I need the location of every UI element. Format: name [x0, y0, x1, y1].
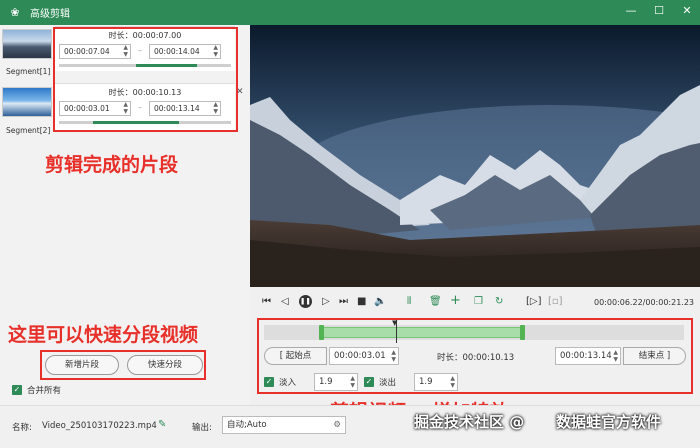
segment-label-2: Segment[2] — [6, 126, 51, 135]
reset-icon[interactable]: ↻ — [495, 296, 503, 307]
video-preview[interactable] — [250, 25, 700, 287]
close-button[interactable]: ✕ — [680, 4, 694, 17]
edit-pencil-icon[interactable]: ✎ — [158, 419, 166, 430]
window-title: 高级剪辑 — [30, 9, 70, 20]
title-bar: ❀ 高级剪辑 — ☐ ✕ — [0, 0, 700, 25]
step-back-icon[interactable]: ◁ — [281, 296, 289, 307]
step-forward-icon[interactable]: ▷ — [322, 296, 330, 307]
bottom-bar: 名称: Video_250103170223.mp4 ✎ 输出: 自动;Auto… — [0, 405, 700, 448]
annotation-segments: 剪辑完成的片段 — [45, 154, 179, 176]
annotation-quick-split: 这里可以快速分段视频 — [8, 324, 199, 346]
playback-timecode: 00:00:06.22/00:00:21.23 — [594, 298, 694, 307]
play-pause-button[interactable]: ❚❚ — [299, 295, 312, 308]
skip-end-icon[interactable]: ⏭ — [339, 296, 348, 307]
output-label: 输出: — [192, 423, 212, 433]
quick-split-button[interactable]: 快速分段 — [127, 355, 203, 375]
window-controls: — ☐ ✕ — [624, 4, 694, 17]
merge-all-checkbox[interactable]: ✓ — [12, 385, 22, 395]
delete-icon[interactable]: 🗑 — [429, 296, 442, 307]
video-frame-image — [250, 25, 700, 287]
name-label: 名称: — [12, 423, 32, 433]
app-logo-icon: ❀ — [10, 5, 20, 19]
gear-icon[interactable]: ⚙ — [333, 417, 341, 433]
watermark-text-right: 数据蛙官方软件 — [556, 413, 662, 431]
segment-label-1: Segment[1] — [6, 67, 51, 76]
segment-thumbnail-2[interactable] — [2, 87, 52, 117]
file-name: Video_250103170223.mp4 — [42, 421, 157, 431]
annotation-box-segments — [53, 27, 238, 132]
skip-start-icon[interactable]: ⏮ — [262, 296, 271, 307]
copy-icon[interactable]: ❐ — [474, 296, 483, 307]
mark-out-icon[interactable]: [▫] — [548, 296, 563, 307]
split-icon[interactable]: ⫴ — [407, 296, 411, 307]
output-value: 自动;Auto — [227, 420, 267, 430]
minimize-button[interactable]: — — [624, 4, 638, 17]
output-select[interactable]: 自动;Auto ⚙ — [222, 416, 346, 434]
player-controls: ⏮ ◁ ❚❚ ▷ ⏭ ■ 🔈 ⫴ 🗑 + ❐ ↻ [▷] [▫] 00:00:0… — [250, 287, 700, 317]
annotation-box-edit — [257, 318, 693, 394]
maximize-button[interactable]: ☐ — [652, 4, 666, 17]
add-icon[interactable]: + — [450, 293, 461, 308]
stop-icon[interactable]: ■ — [357, 296, 366, 307]
watermark-text-left: 掘金技术社区 @ — [414, 413, 525, 431]
merge-all-row[interactable]: ✓ 合并所有 — [12, 384, 61, 396]
volume-icon[interactable]: 🔈 — [374, 296, 386, 307]
add-segment-button[interactable]: 新增片段 — [45, 355, 119, 375]
segment-panel: Segment[1] 时长：00:00:07.00 00:00:07.04 ▲ ▼ … — [0, 25, 250, 405]
merge-all-label: 合并所有 — [27, 386, 62, 396]
segment-thumbnail-1[interactable] — [2, 29, 52, 59]
mark-in-icon[interactable]: [▷] — [526, 296, 542, 307]
